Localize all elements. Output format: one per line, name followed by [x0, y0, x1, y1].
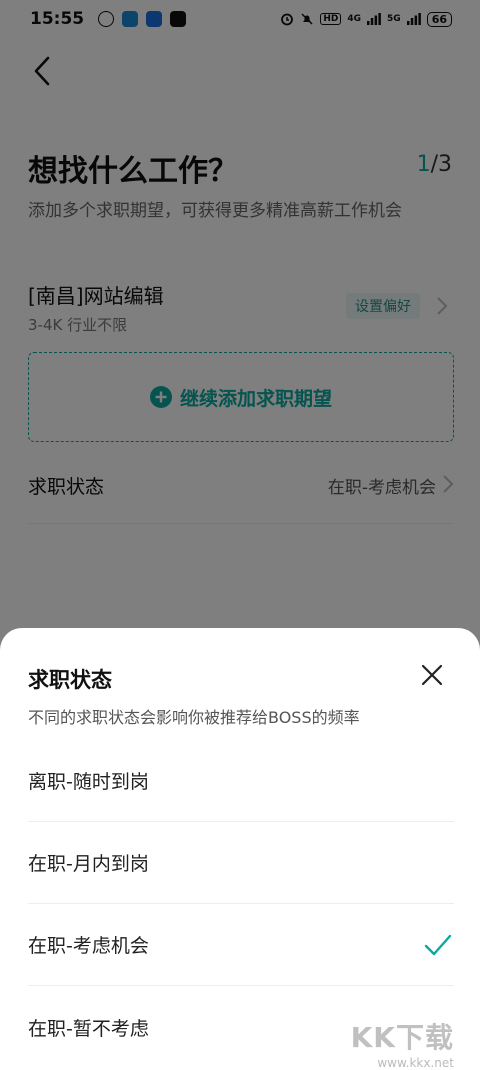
sheet-description: 不同的求职状态会影响你被推荐给BOSS的频率 [28, 708, 360, 727]
check-icon [424, 934, 452, 955]
close-icon[interactable] [420, 663, 444, 687]
watermark: KK下载 www.kkx.net [351, 1016, 454, 1070]
option-employed-considering[interactable]: 在职-考虑机会 [28, 904, 454, 986]
option-label: 在职-考虑机会 [28, 935, 149, 957]
watermark-logo: KK下载 [350, 1021, 454, 1054]
option-label: 离职-随时到岗 [28, 771, 149, 793]
option-label: 在职-暂不考虑 [28, 1017, 149, 1040]
option-resigned-anytime[interactable]: 离职-随时到岗 [28, 740, 454, 822]
option-label: 在职-月内到岗 [28, 853, 149, 875]
watermark-url: www.kkx.net [377, 1056, 454, 1070]
sheet-title: 求职状态 [28, 668, 112, 692]
option-employed-within-month[interactable]: 在职-月内到岗 [28, 822, 454, 904]
job-status-sheet: 求职状态 不同的求职状态会影响你被推荐给BOSS的频率 离职-随时到岗 在职-月… [0, 628, 480, 1070]
